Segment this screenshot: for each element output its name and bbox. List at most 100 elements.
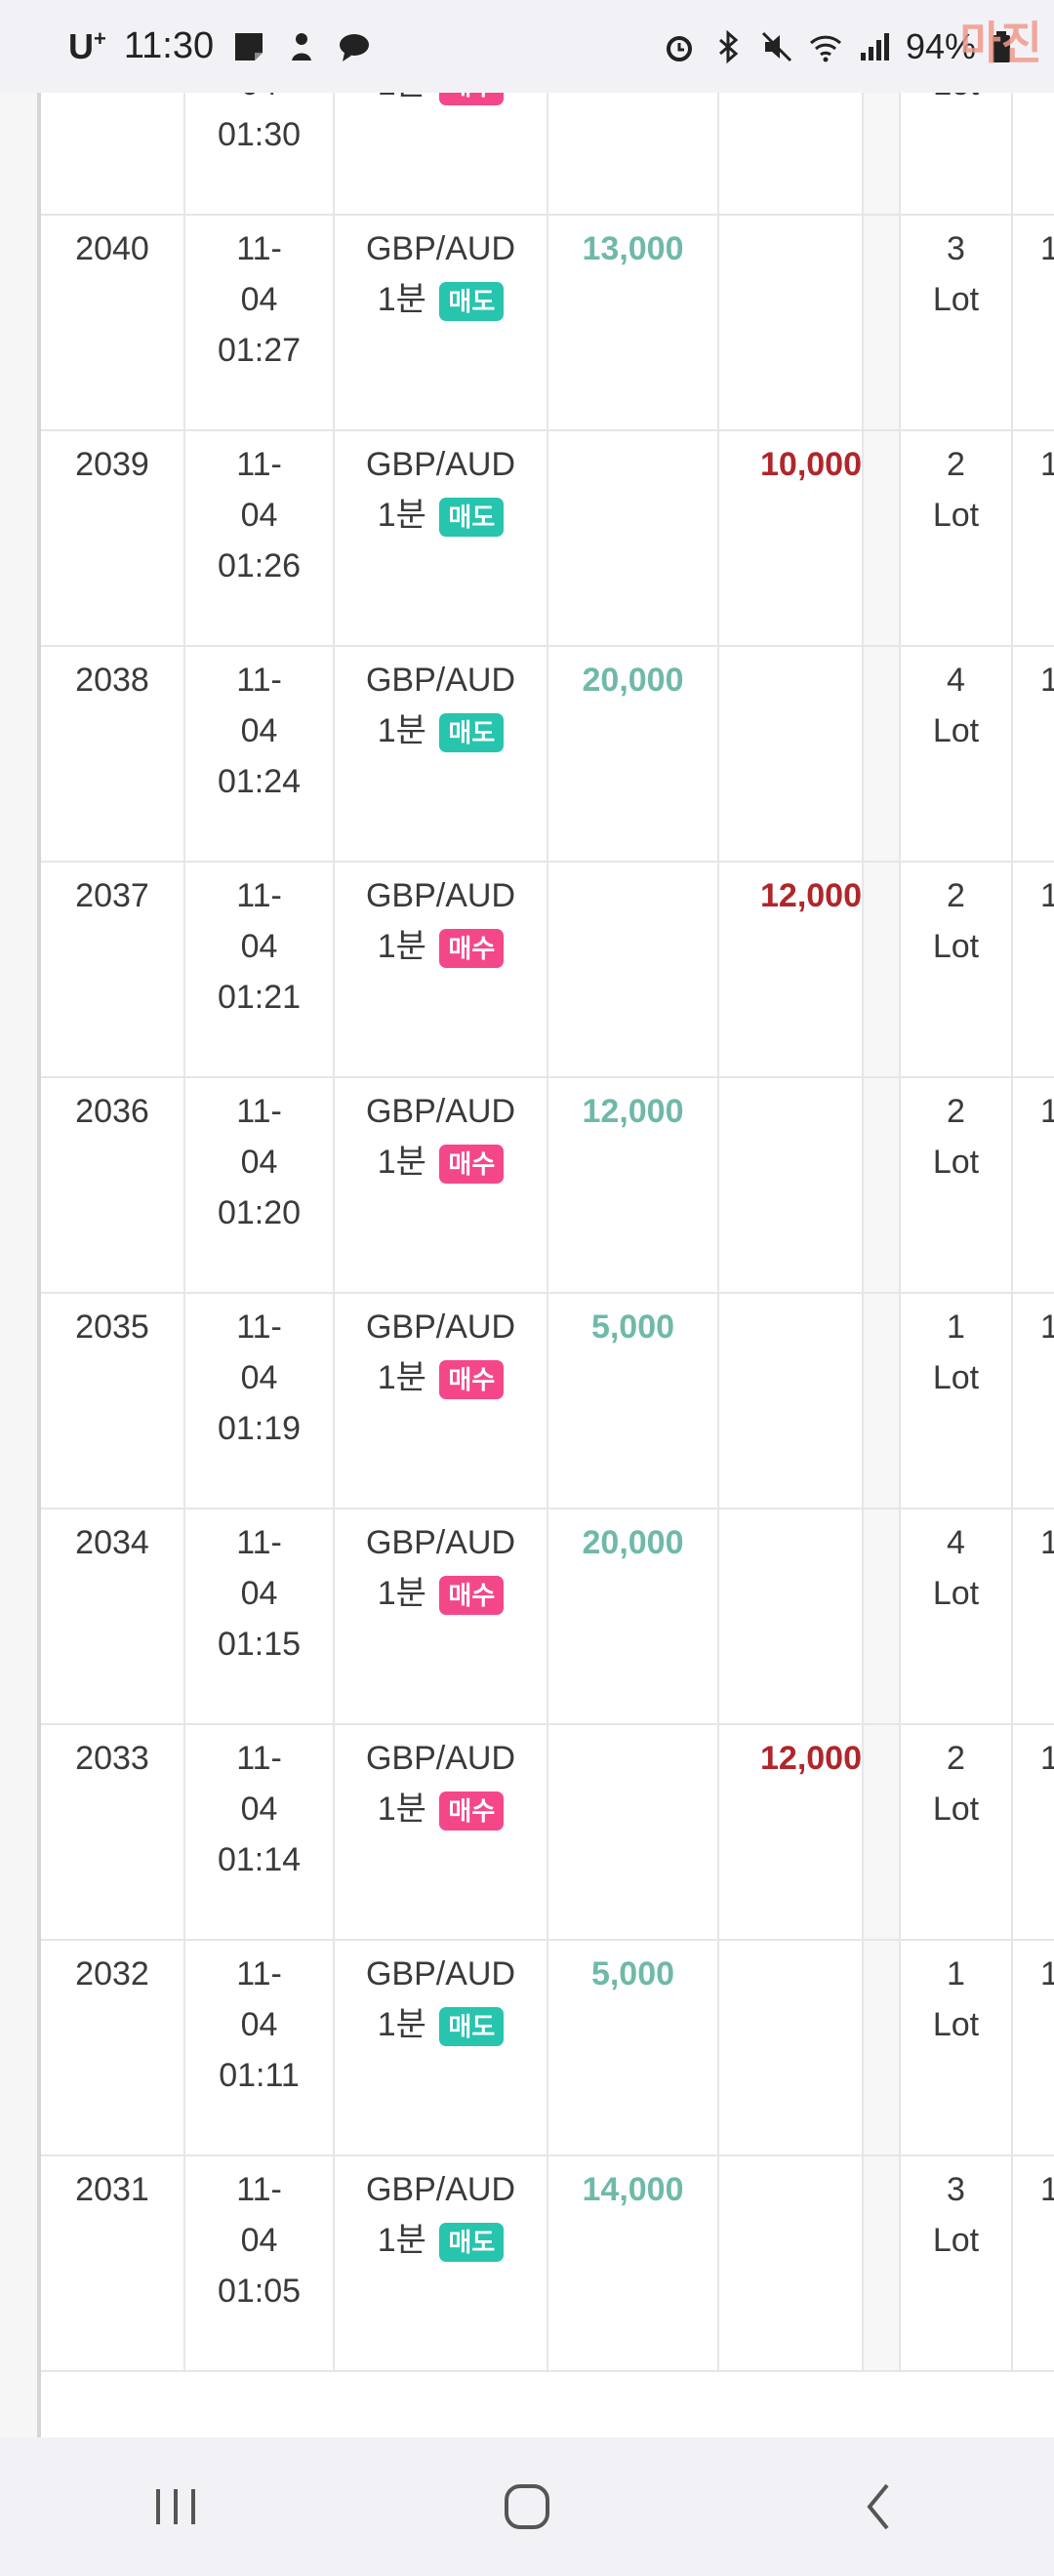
trade-pair: GBP/AUD 1분 매도 — [335, 2156, 548, 2370]
truncated-value: 1 — [1040, 230, 1054, 267]
win-amount: 5,000 — [548, 93, 719, 214]
lot-unit: Lot — [932, 1359, 980, 1396]
date-time: 01:26 — [217, 547, 302, 584]
lot-size: 1Lot — [901, 1294, 1013, 1508]
mute-icon — [759, 29, 794, 64]
date-time: 01:05 — [217, 2273, 302, 2310]
truncated-value: 1 — [1040, 1740, 1054, 1777]
lot-count: 2 — [947, 446, 965, 483]
truncated-column: 1 — [1013, 216, 1054, 429]
date-time: 01:14 — [217, 1841, 302, 1878]
currency-pair: GBP/AUD — [365, 230, 516, 267]
lot-count: 1 — [947, 1955, 965, 1992]
table-left-edge — [0, 93, 41, 2437]
win-amount-value: 20,000 — [582, 662, 684, 699]
table-row[interactable]: 2036 11- 04 01:20 GBP/AUD 1분 매수 12,000 2 Lot 1 — [41, 1078, 1054, 1294]
trade-number-value: 2036 — [75, 1093, 149, 1130]
truncated-value: 1 — [1040, 2171, 1054, 2208]
truncated-column: 1 — [1013, 1294, 1054, 1508]
table-row[interactable]: 2040 11- 04 01:27 GBP/AUD 1분 매도 13,000 3 Lot 1 — [41, 216, 1054, 431]
sell-badge: 매도 — [439, 2223, 505, 2263]
buy-badge: 매수 — [439, 1791, 505, 1831]
date-day: 04 — [240, 281, 278, 318]
trade-pair: GBP/AUD1분 매수 — [335, 93, 548, 214]
trade-period: 1분 — [377, 281, 426, 318]
carrier-plus: + — [94, 25, 106, 51]
buy-badge: 매수 — [439, 93, 505, 106]
home-icon — [505, 2484, 549, 2529]
trade-number-value: 2038 — [75, 662, 149, 699]
table-row[interactable]: 204111-0401:30GBP/AUD1분 매수5,0001Lot1 — [41, 93, 1054, 216]
trade-pair: GBP/AUD 1분 매도 — [335, 647, 548, 861]
trade-number: 2036 — [41, 1078, 185, 1292]
date-day: 04 — [240, 712, 278, 749]
win-amount-value: 14,000 — [582, 2171, 684, 2208]
back-button[interactable] — [820, 2468, 937, 2546]
trade-number-value: 2032 — [75, 1955, 149, 1992]
truncated-column: 1 — [1013, 2156, 1054, 2370]
win-amount — [548, 863, 719, 1076]
app-notification-icon — [284, 29, 319, 64]
trade-datetime: 11- 04 01:26 — [185, 431, 335, 645]
recent-apps-button[interactable] — [117, 2468, 234, 2546]
recent-apps-icon — [156, 2489, 195, 2524]
trade-period-line: 1분 매도 — [335, 1999, 547, 2050]
trade-pair: GBP/AUD1분 매수 — [335, 863, 548, 1076]
date-month: 11- — [236, 1093, 282, 1130]
table-row[interactable]: 2035 11- 04 01:19 GBP/AUD 1분 매수 5,000 1 Lot 1 — [41, 1294, 1054, 1509]
date-day: 04 — [240, 1144, 278, 1181]
wifi-icon — [808, 29, 843, 64]
trade-pair: GBP/AUD1분 매수 — [335, 1725, 548, 1939]
date-month: 11- — [236, 1308, 282, 1346]
table-row[interactable]: 2031 11- 04 01:05 GBP/AUD 1분 매도 14,000 3 Lot 1 — [41, 2156, 1054, 2372]
truncated-value: 1 — [1040, 1955, 1054, 1992]
date-month: 11- — [236, 877, 282, 914]
loss-amount: 12,000 — [719, 863, 864, 1076]
trade-datetime: 11- 04 01:21 — [185, 863, 335, 1076]
trade-number: 2033 — [41, 1725, 185, 1939]
trade-period: 1분 — [377, 712, 426, 749]
date-time: 01:11 — [219, 2057, 300, 2094]
carrier-label: U+ — [68, 26, 106, 67]
trade-history-table[interactable]: 204111-0401:30GBP/AUD1분 매수5,0001Lot12040… — [0, 93, 1054, 2437]
date-day: 04 — [240, 928, 278, 965]
trade-datetime: 11- 04 01:05 — [185, 2156, 335, 2370]
trade-number: 2031 — [41, 2156, 185, 2370]
table-body: 204111-0401:30GBP/AUD1분 매수5,0001Lot12040… — [41, 93, 1054, 2372]
table-row[interactable]: 2038 11- 04 01:24 GBP/AUD 1분 매도 20,000 4 Lot 1 — [41, 647, 1054, 863]
lot-count: 2 — [947, 1093, 965, 1130]
home-button[interactable] — [468, 2468, 586, 2546]
currency-pair: GBP/AUD — [365, 2171, 516, 2208]
table-row[interactable]: 2032 11- 04 01:11 GBP/AUD 1분 매도 5,000 1 Lot 1 — [41, 1941, 1054, 2156]
loss-amount — [719, 216, 864, 429]
trade-number: 2041 — [41, 93, 185, 214]
lot-count: 3 — [947, 2171, 965, 2208]
truncated-column: 1 — [1013, 863, 1054, 1076]
trade-period: 1분 — [377, 1144, 426, 1181]
truncated-column: 1 — [1013, 647, 1054, 861]
table-row[interactable]: 2034 11- 04 01:15 GBP/AUD 1분 매수 20,000 4 Lot 1 — [41, 1509, 1054, 1725]
lot-count: 2 — [947, 1740, 965, 1777]
win-amount-value: 5,000 — [590, 1308, 675, 1346]
truncated-column: 1 — [1013, 1725, 1054, 1939]
table-row[interactable]: 2037 11- 04 01:21 GBP/AUD 1분 매수 12,000 2 Lot 1 — [41, 863, 1054, 1078]
lot-size: 4 Lot — [901, 1509, 1013, 1723]
trade-period: 1분 — [378, 93, 426, 102]
truncated-value: 1 — [1040, 1093, 1054, 1130]
trade-period: 1분 — [377, 2006, 426, 2043]
date-day: 04 — [185, 93, 333, 109]
table-row[interactable]: 2039 11- 04 01:26 GBP/AUD 1분 매도 10,000 2 Lot 1 — [41, 431, 1054, 647]
truncated-value: 1 — [1040, 1524, 1054, 1561]
win-amount-value: 20,000 — [582, 1524, 684, 1561]
truncated-value: 1 — [1040, 1308, 1054, 1346]
lot-count: 4 — [947, 1524, 965, 1561]
trade-datetime: 11- 04 01:14 — [185, 1725, 335, 1939]
trade-period-line: 1분 매수 — [335, 1568, 547, 1619]
lot-size: 2 Lot — [901, 1725, 1013, 1939]
lot-unit: Lot — [901, 93, 1011, 109]
trade-datetime: 11- 04 01:27 — [185, 216, 335, 429]
table-row[interactable]: 2033 11- 04 01:14 GBP/AUD 1분 매수 12,000 2 Lot 1 — [41, 1725, 1054, 1941]
date-month: 11- — [236, 2171, 282, 2208]
signal-icon — [857, 29, 892, 64]
lot-size: 1Lot — [901, 93, 1013, 214]
